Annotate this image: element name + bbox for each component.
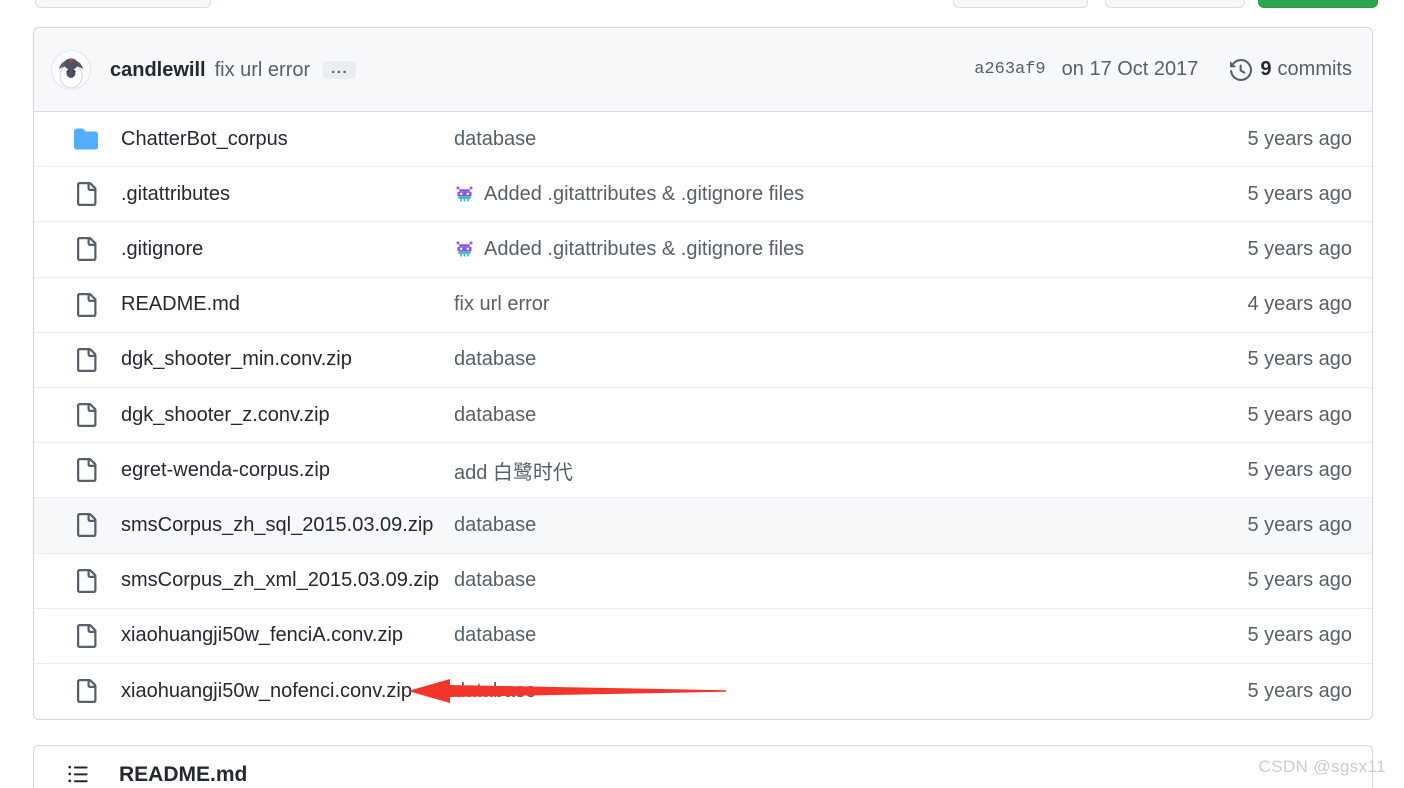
- table-row[interactable]: .gitignore Added .gitattributes & .gitign…: [34, 222, 1372, 278]
- file-name-link[interactable]: dgk_shooter_z.conv.zip: [121, 404, 454, 427]
- file-commit-message-text: Added .gitattributes & .gitignore files: [484, 237, 805, 260]
- file-commit-message[interactable]: database: [454, 348, 1247, 371]
- commits-count-label: commits: [1277, 58, 1352, 80]
- file-rows-container: ChatterBot_corpus database 5 years ago .git…: [34, 112, 1372, 720]
- file-commit-message-text: database: [454, 403, 537, 426]
- alien-monster-emoji: [454, 184, 475, 205]
- commit-details-ellipsis-button[interactable]: ...: [323, 60, 357, 79]
- file-commit-age: 5 years ago: [1247, 182, 1352, 205]
- right-partial-button-1[interactable]: [953, 0, 1088, 8]
- latest-commit-bar: candlewill fix url error ... a263af9 on …: [34, 28, 1372, 112]
- file-commit-message-text: add 白鹭时代: [454, 461, 573, 484]
- file-name-link[interactable]: .gitattributes: [121, 183, 454, 206]
- avatar[interactable]: [51, 49, 91, 90]
- file-icon: [74, 513, 102, 538]
- file-name-link[interactable]: dgk_shooter_min.conv.zip: [121, 348, 454, 371]
- file-commit-message-text: database: [454, 513, 537, 536]
- file-commit-age: 5 years ago: [1247, 403, 1352, 426]
- file-icon: [74, 237, 102, 262]
- history-clock-icon: [1230, 58, 1253, 81]
- readme-title: README.md: [119, 762, 248, 786]
- file-icon: [74, 403, 102, 428]
- file-commit-message-text: database: [454, 569, 537, 592]
- table-row[interactable]: .gitattributes Added .gitattributes & .gi…: [34, 167, 1372, 223]
- file-commit-age: 4 years ago: [1247, 293, 1352, 316]
- file-commit-message[interactable]: add 白鹭时代: [454, 456, 1247, 485]
- file-commit-message-text: database: [454, 348, 537, 371]
- repository-file-browser: candlewill fix url error ... a263af9 on …: [0, 0, 1404, 788]
- file-commit-message-text: database: [454, 624, 537, 647]
- file-icon: [74, 182, 102, 207]
- file-commit-message[interactable]: database: [454, 404, 1247, 427]
- commits-count-value: 9: [1260, 58, 1272, 80]
- table-row[interactable]: xiaohuangji50w_nofenci.conv.zip database 5…: [34, 663, 1372, 720]
- commit-date: on 17 Oct 2017: [1061, 58, 1199, 80]
- right-partial-button-green[interactable]: [1258, 0, 1378, 8]
- file-name-link[interactable]: smsCorpus_zh_xml_2015.03.09.zip: [121, 569, 454, 592]
- table-row[interactable]: xiaohuangji50w_fenciA.conv.zip database 5 …: [34, 608, 1372, 664]
- file-name-link[interactable]: smsCorpus_zh_sql_2015.03.09.zip: [121, 514, 454, 537]
- file-commit-message-text: database: [454, 127, 537, 150]
- file-icon: [74, 568, 102, 593]
- file-commit-age: 5 years ago: [1247, 513, 1352, 536]
- table-row[interactable]: dgk_shooter_min.conv.zip database 5 years …: [34, 332, 1372, 388]
- file-commit-message[interactable]: Added .gitattributes & .gitignore files: [454, 183, 1247, 206]
- file-commit-message[interactable]: database: [454, 680, 1247, 703]
- alien-monster-emoji: [454, 239, 475, 260]
- file-listing-card: candlewill fix url error ... a263af9 on …: [33, 27, 1373, 721]
- file-name-link[interactable]: .gitignore: [121, 238, 454, 261]
- file-commit-message[interactable]: Added .gitattributes & .gitignore files: [454, 238, 1247, 261]
- readme-preview-card: README.md: [33, 745, 1373, 788]
- file-commit-message[interactable]: database: [454, 624, 1247, 647]
- table-row[interactable]: egret-wenda-corpus.zip add 白鹭时代 5 years ag…: [34, 443, 1372, 499]
- commits-count-link[interactable]: 9 commits: [1230, 58, 1352, 81]
- file-commit-age: 5 years ago: [1247, 679, 1352, 702]
- file-icon: [74, 679, 102, 704]
- file-name-link[interactable]: egret-wenda-corpus.zip: [121, 459, 454, 482]
- file-commit-age: 5 years ago: [1247, 624, 1352, 647]
- file-commit-age: 5 years ago: [1247, 348, 1352, 371]
- table-row[interactable]: README.md fix url error 4 years ago: [34, 277, 1372, 333]
- file-commit-age: 5 years ago: [1247, 127, 1352, 150]
- file-name-link[interactable]: xiaohuangji50w_fenciA.conv.zip: [121, 624, 454, 647]
- file-commit-age: 5 years ago: [1247, 458, 1352, 481]
- file-commit-age: 5 years ago: [1247, 237, 1352, 260]
- table-row[interactable]: ChatterBot_corpus database 5 years ago: [34, 112, 1372, 168]
- right-partial-button-2[interactable]: [1105, 0, 1245, 8]
- file-commit-message-text: database: [454, 679, 537, 702]
- file-icon: [74, 623, 102, 648]
- file-commit-message[interactable]: fix url error: [454, 293, 1247, 316]
- file-icon: [74, 347, 102, 372]
- commit-message[interactable]: fix url error: [215, 60, 311, 80]
- file-commit-age: 5 years ago: [1247, 569, 1352, 592]
- watermark: CSDN @sgsx11: [1258, 757, 1386, 776]
- table-row[interactable]: smsCorpus_zh_xml_2015.03.09.zip database 5…: [34, 553, 1372, 609]
- file-commit-message[interactable]: database: [454, 569, 1247, 592]
- commit-sha[interactable]: a263af9: [974, 60, 1045, 79]
- list-unordered-icon[interactable]: [67, 763, 93, 785]
- file-commit-message[interactable]: database: [454, 128, 1247, 151]
- folder-icon: [74, 127, 102, 151]
- readme-header: README.md: [34, 746, 1372, 785]
- file-icon: [74, 292, 102, 317]
- file-commit-message[interactable]: database: [454, 514, 1247, 537]
- file-commit-message-text: fix url error: [454, 293, 550, 316]
- commit-author[interactable]: candlewill: [110, 60, 206, 80]
- file-commit-message-text: Added .gitattributes & .gitignore files: [484, 182, 805, 205]
- file-name-link[interactable]: README.md: [121, 293, 454, 316]
- left-partial-button[interactable]: [35, 0, 211, 8]
- table-row[interactable]: smsCorpus_zh_sql_2015.03.09.zip database 5…: [34, 498, 1372, 554]
- table-row[interactable]: dgk_shooter_z.conv.zip database 5 years ag…: [34, 387, 1372, 444]
- commit-meta: a263af9 on 17 Oct 2017 9 commits: [974, 58, 1352, 81]
- file-icon: [74, 458, 102, 483]
- file-name-link[interactable]: xiaohuangji50w_nofenci.conv.zip: [121, 680, 454, 703]
- file-name-link[interactable]: ChatterBot_corpus: [121, 128, 454, 151]
